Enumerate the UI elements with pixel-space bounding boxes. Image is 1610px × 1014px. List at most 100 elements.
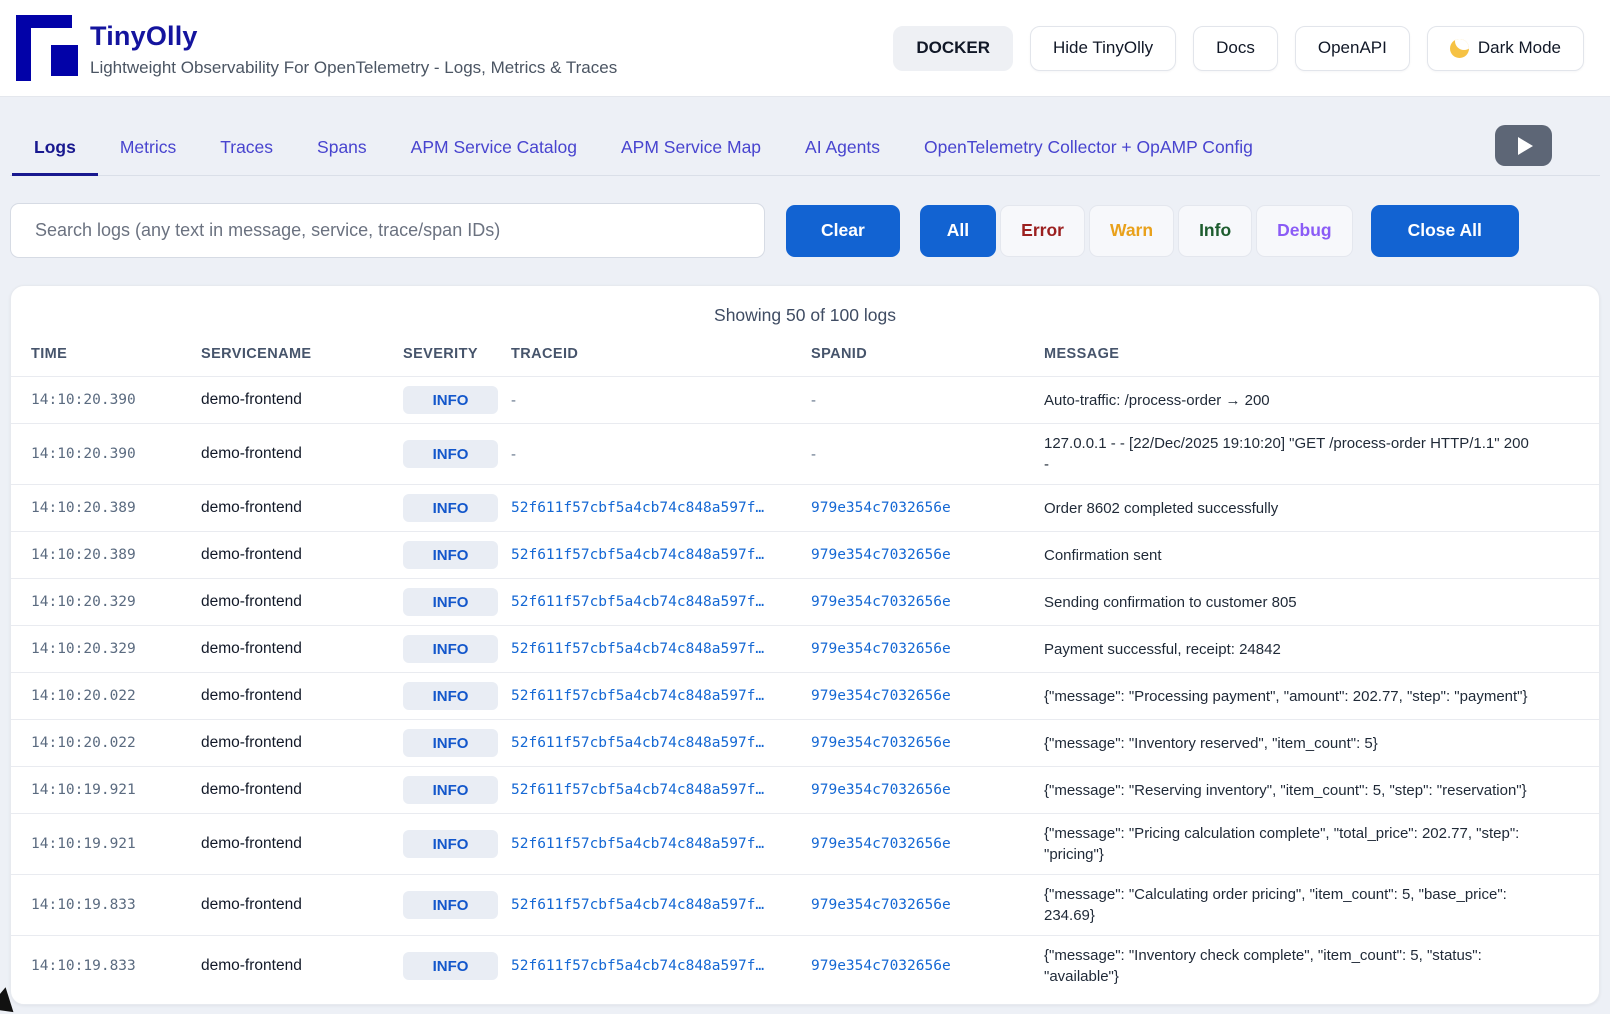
filter-info[interactable]: Info	[1178, 205, 1252, 257]
severity-badge: INFO	[403, 729, 498, 757]
hide-tinyolly-button[interactable]: Hide TinyOlly	[1030, 26, 1176, 71]
log-row[interactable]: 14:10:20.390demo-frontendINFO--Auto-traf…	[11, 376, 1599, 423]
log-spanid-link[interactable]: 979e354c7032656e	[811, 641, 1044, 657]
tab-logs[interactable]: Logs	[12, 131, 98, 176]
app-header: TinyOlly Lightweight Observability For O…	[0, 0, 1610, 97]
log-servicename: demo-frontend	[201, 896, 403, 914]
docs-button[interactable]: Docs	[1193, 26, 1278, 71]
tab-apm-service-map[interactable]: APM Service Map	[599, 131, 783, 176]
log-servicename: demo-frontend	[201, 640, 403, 658]
log-row[interactable]: 14:10:20.022demo-frontendINFO52f611f57cb…	[11, 672, 1599, 719]
moon-icon	[1450, 39, 1469, 58]
log-servicename: demo-frontend	[201, 957, 403, 975]
log-message: Sending confirmation to customer 805	[1044, 592, 1532, 613]
log-time: 14:10:20.329	[31, 641, 201, 657]
hide-tinyolly-button-label: Hide TinyOlly	[1053, 38, 1153, 58]
tab-otel-collector[interactable]: OpenTelemetry Collector + OpAMP Config	[902, 131, 1275, 176]
log-message: Payment successful, receipt: 24842	[1044, 639, 1532, 660]
log-row[interactable]: 14:10:20.390demo-frontendINFO--127.0.0.1…	[11, 423, 1599, 484]
openapi-button[interactable]: OpenAPI	[1295, 26, 1410, 71]
log-row[interactable]: 14:10:20.389demo-frontendINFO52f611f57cb…	[11, 531, 1599, 578]
log-traceid-link[interactable]: 52f611f57cbf5a4cb74c848a597f…	[511, 958, 811, 974]
log-row[interactable]: 14:10:19.833demo-frontendINFO52f611f57cb…	[11, 935, 1599, 996]
log-message: {"message": "Reserving inventory", "item…	[1044, 780, 1532, 801]
log-spanid-link[interactable]: 979e354c7032656e	[811, 782, 1044, 798]
filter-debug[interactable]: Debug	[1256, 205, 1352, 257]
log-message: {"message": "Inventory check complete", …	[1044, 945, 1532, 987]
severity-badge: INFO	[403, 386, 498, 414]
log-time: 14:10:20.389	[31, 547, 201, 563]
log-time: 14:10:19.921	[31, 782, 201, 798]
log-servicename: demo-frontend	[201, 593, 403, 611]
log-severity-cell: INFO	[403, 952, 511, 980]
log-spanid-link[interactable]: 979e354c7032656e	[811, 836, 1044, 852]
log-severity-cell: INFO	[403, 386, 511, 414]
log-traceid-link[interactable]: 52f611f57cbf5a4cb74c848a597f…	[511, 688, 811, 704]
log-spanid-link[interactable]: 979e354c7032656e	[811, 958, 1044, 974]
log-traceid-link[interactable]: 52f611f57cbf5a4cb74c848a597f…	[511, 782, 811, 798]
column-header-severity: SEVERITY	[403, 346, 511, 362]
log-traceid-link[interactable]: 52f611f57cbf5a4cb74c848a597f…	[511, 594, 811, 610]
docker-badge[interactable]: DOCKER	[893, 26, 1013, 71]
severity-badge: INFO	[403, 440, 498, 468]
log-traceid-link[interactable]: 52f611f57cbf5a4cb74c848a597f…	[511, 735, 811, 751]
log-row[interactable]: 14:10:19.921demo-frontendINFO52f611f57cb…	[11, 813, 1599, 874]
log-severity-cell: INFO	[403, 891, 511, 919]
severity-badge: INFO	[403, 494, 498, 522]
log-spanid-link[interactable]: 979e354c7032656e	[811, 594, 1044, 610]
log-time: 14:10:20.390	[31, 392, 201, 408]
log-spanid-link[interactable]: 979e354c7032656e	[811, 547, 1044, 563]
log-time: 14:10:19.833	[31, 897, 201, 913]
log-row[interactable]: 14:10:20.022demo-frontendINFO52f611f57cb…	[11, 719, 1599, 766]
log-row[interactable]: 14:10:20.389demo-frontendINFO52f611f57cb…	[11, 484, 1599, 531]
tab-list: LogsMetricsTracesSpansAPM Service Catalo…	[12, 131, 1275, 175]
close-all-button[interactable]: Close All	[1371, 205, 1519, 257]
filter-all[interactable]: All	[920, 205, 996, 257]
toolbar: Clear AllErrorWarnInfoDebug Close All	[10, 203, 1600, 258]
log-spanid: -	[811, 392, 1044, 409]
log-spanid-link[interactable]: 979e354c7032656e	[811, 897, 1044, 913]
tab-spans[interactable]: Spans	[295, 131, 389, 176]
filter-error[interactable]: Error	[1000, 205, 1085, 257]
log-traceid-link[interactable]: 52f611f57cbf5a4cb74c848a597f…	[511, 641, 811, 657]
severity-badge: INFO	[403, 635, 498, 663]
log-severity-cell: INFO	[403, 588, 511, 616]
log-traceid-link[interactable]: 52f611f57cbf5a4cb74c848a597f…	[511, 500, 811, 516]
tab-ai-agents[interactable]: AI Agents	[783, 131, 902, 176]
severity-badge: INFO	[403, 830, 498, 858]
clear-button[interactable]: Clear	[786, 205, 900, 257]
log-servicename: demo-frontend	[201, 781, 403, 799]
log-spanid-link[interactable]: 979e354c7032656e	[811, 688, 1044, 704]
log-row[interactable]: 14:10:20.329demo-frontendINFO 52f611f57cb…	[11, 625, 1599, 672]
log-row[interactable]: 14:10:19.921demo-frontendINFO52f611f57cb…	[11, 766, 1599, 813]
log-traceid-link[interactable]: 52f611f57cbf5a4cb74c848a597f…	[511, 836, 811, 852]
filter-buttons: Clear AllErrorWarnInfoDebug Close All	[765, 205, 1600, 257]
log-message: Order 8602 completed successfully	[1044, 498, 1532, 519]
tab-traces[interactable]: Traces	[198, 131, 295, 176]
log-row[interactable]: 14:10:20.329demo-frontendINFO52f611f57cb…	[11, 578, 1599, 625]
tab-metrics[interactable]: Metrics	[98, 131, 198, 176]
log-spanid-link[interactable]: 979e354c7032656e	[811, 500, 1044, 516]
filter-warn[interactable]: Warn	[1089, 205, 1174, 257]
severity-badge: INFO	[403, 588, 498, 616]
log-servicename: demo-frontend	[201, 546, 403, 564]
log-traceid-link[interactable]: 52f611f57cbf5a4cb74c848a597f…	[511, 897, 811, 913]
log-spanid-link[interactable]: 979e354c7032656e	[811, 735, 1044, 751]
column-header-time: TIME	[31, 346, 201, 362]
dark-mode-button-label: Dark Mode	[1478, 38, 1561, 58]
severity-badge: INFO	[403, 682, 498, 710]
dark-mode-button[interactable]: Dark Mode	[1427, 26, 1584, 71]
log-servicename: demo-frontend	[201, 445, 403, 463]
play-button[interactable]	[1495, 125, 1552, 166]
search-input[interactable]	[10, 203, 765, 258]
log-severity-cell: INFO	[403, 682, 511, 710]
log-servicename: demo-frontend	[201, 391, 403, 409]
log-severity-cell: INFO	[403, 776, 511, 804]
log-message: Confirmation sent	[1044, 545, 1532, 566]
log-traceid-link[interactable]: 52f611f57cbf5a4cb74c848a597f…	[511, 547, 811, 563]
log-row[interactable]: 14:10:19.833demo-frontendINFO52f611f57cb…	[11, 874, 1599, 935]
log-servicename: demo-frontend	[201, 499, 403, 517]
tab-apm-service-catalog[interactable]: APM Service Catalog	[389, 131, 599, 176]
log-time: 14:10:20.022	[31, 735, 201, 751]
log-traceid: -	[511, 392, 811, 409]
